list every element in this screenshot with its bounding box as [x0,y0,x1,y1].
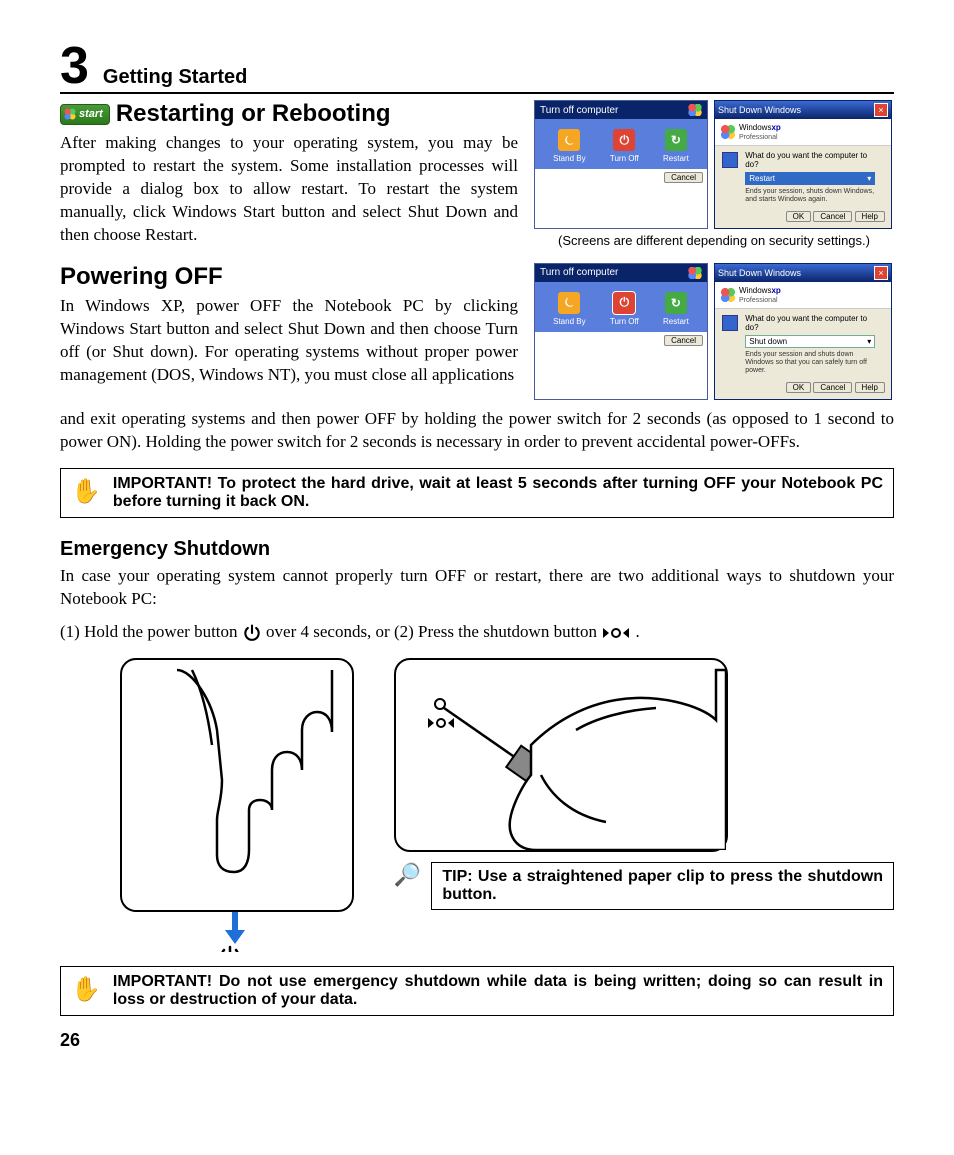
cancel-button: Cancel [664,172,703,183]
important-callout-2: ✋ IMPORTANT! Do not use emergency shutdo… [60,966,894,1016]
close-icon: × [874,266,888,280]
shutdown-desc: Ends your session, shuts down Windows, a… [745,188,875,205]
restart-icon: ↻ [665,292,687,314]
close-icon: × [874,103,888,117]
restart-icon: ↻ [665,129,687,151]
turnoff-icon: ⏻ [613,292,635,314]
windows-flag-icon [721,288,735,302]
emergency-steps: (1) Hold the power button over 4 seconds… [60,621,894,644]
tip-text: TIP: Use a straightened paper clip to pr… [442,868,883,904]
help-button: Help [855,211,885,222]
body-powering-off-2: and exit operating systems and then powe… [60,408,894,454]
windows-brand: Windowsxp Professional [739,123,781,141]
windows-flag-icon [688,104,702,116]
shutdown-dialog: Shut Down Windows × Windowsxp Profession… [714,100,892,229]
restart-option: ↻ Restart [663,292,689,326]
windows-flag-icon [688,267,702,279]
standby-option: ⏾ Stand By [553,292,585,326]
start-label: start [79,108,103,120]
illustration-paperclip-col: 🔍 TIP: Use a straightened paper clip to … [394,658,894,952]
cancel-button: Cancel [813,382,852,393]
windows-brand: Windowsxp Professional [739,286,781,304]
help-button: Help [855,382,885,393]
body-powering-off-1: In Windows XP, power OFF the Notebook PC… [60,295,518,387]
windows-flag-icon [721,125,735,139]
hand-paperclip-icon [396,660,726,850]
start-button-icon: start [60,104,110,125]
shutdown-select: Restart▾ [745,172,875,185]
body-restarting: After making changes to your operating s… [60,132,518,247]
ok-button: OK [786,211,812,222]
chapter-number: 3 [60,40,89,92]
figure-dialogs-2: Turn off computer ⏾ Stand By ⏻ Turn Off [534,263,894,404]
shutdown-prompt: What do you want the computer to do? [745,151,875,169]
ok-button: OK [786,382,812,393]
cancel-button: Cancel [664,335,703,346]
turn-off-title: Turn off computer [540,105,618,116]
magnifier-icon: 🔍 [394,862,421,888]
illustrations-row: 🔍 TIP: Use a straightened paper clip to … [120,658,894,952]
page: 3 Getting Started start Restarting or Re… [0,0,954,1081]
shutdown-select: Shut down▾ [745,335,875,348]
computer-icon [721,314,739,332]
tip-callout: 🔍 TIP: Use a straightened paper clip to … [394,862,894,910]
heading-powering-off: Powering OFF [60,263,518,291]
turnoff-option: ⏻ Turn Off [610,292,639,326]
shutdown-title: Shut Down Windows [718,105,801,115]
emergency-intro: In case your operating system cannot pro… [60,565,894,611]
screenshots-caption: (Screens are different depending on secu… [534,233,894,248]
turn-off-dialog: Turn off computer ⏾ Stand By ⏻ Turn Off [534,100,708,229]
figure-dialogs-1: Turn off computer ⏾ Stand By ⏻ Turn Off [534,100,894,249]
chapter-title: Getting Started [103,66,247,89]
heading-restarting: Restarting or Rebooting [116,100,391,128]
chapter-header: 3 Getting Started [60,40,894,94]
important-callout-1: ✋ IMPORTANT! To protect the hard drive, … [60,468,894,518]
important-text-1: IMPORTANT! To protect the hard drive, wa… [113,475,883,511]
heading-emergency: Emergency Shutdown [60,538,894,561]
illustration-hold-power [120,658,354,952]
section-powering-off: Powering OFF In Windows XP, power OFF th… [60,263,894,404]
windows-flag-icon [64,108,76,120]
hand-stop-icon: ✋ [71,477,101,506]
turnoff-icon: ⏻ [613,129,635,151]
page-number: 26 [60,1030,894,1051]
standby-icon: ⏾ [558,129,580,151]
turn-off-dialog: Turn off computer ⏾ Stand By ⏻ Turn Off [534,263,708,400]
shutdown-button-icon [601,626,631,640]
standby-option: ⏾ Stand By [553,129,585,163]
computer-icon [721,151,739,169]
section-restarting: start Restarting or Rebooting After maki… [60,100,894,249]
hand-press-power-icon [122,660,352,910]
turnoff-option: ⏻ Turn Off [610,129,639,163]
shutdown-dialog: Shut Down Windows × Windowsxp Profession… [714,263,892,400]
restart-option: ↻ Restart [663,129,689,163]
standby-icon: ⏾ [558,292,580,314]
important-text-2: IMPORTANT! Do not use emergency shutdown… [113,973,883,1009]
cancel-button: Cancel [813,211,852,222]
power-icon [242,623,262,643]
hand-stop-icon: ✋ [71,975,101,1004]
